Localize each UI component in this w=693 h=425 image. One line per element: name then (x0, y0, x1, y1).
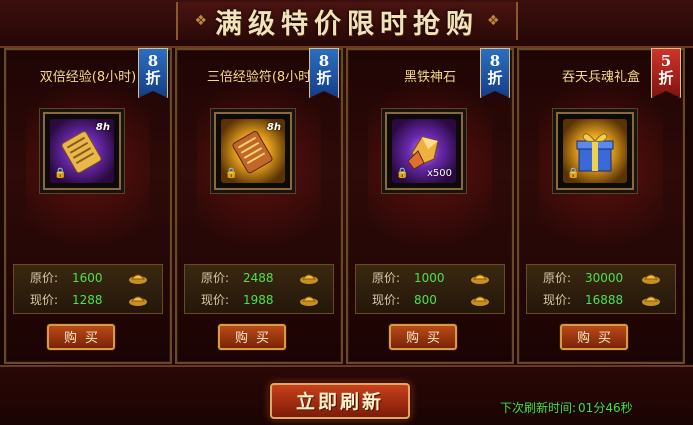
current-price-label: 现价: (201, 293, 230, 307)
discount-number: 5 (660, 52, 672, 70)
lock-icon: 🔒 (567, 168, 580, 179)
price-box: 原价: 1000 现价: 800 (355, 264, 505, 314)
buy-button[interactable]: 购买 (218, 324, 286, 350)
timer-value: 01分46秒 (578, 401, 633, 415)
discount-badge: 5 折 (651, 48, 681, 98)
current-price-row: 现价: 1288 (14, 289, 162, 311)
original-price-row: 原价: 2488 (185, 267, 333, 289)
current-price-label: 现价: (372, 293, 401, 307)
discount-unit: 折 (487, 69, 503, 87)
shop-card: 黑铁神石 8 折 x500 🔒 原价: 1000 现价: 800 购买 (346, 48, 514, 364)
original-price-row: 原价: 30000 (527, 267, 675, 289)
gold-ingot-icon (471, 296, 489, 306)
shop-card: 双倍经验(8小时) 8 折 8h 🔒 原价: 1600 现价: 1288 购买 (4, 48, 172, 364)
original-price-value: 2488 (243, 271, 274, 285)
triple-exp-scroll-icon: 8h 🔒 (221, 119, 285, 183)
refresh-now-button[interactable]: 立即刷新 (270, 383, 410, 419)
gold-ingot-icon (300, 296, 318, 306)
panel-title: 满级特价限时抢购 (215, 8, 479, 40)
duration-overlay: 8h (266, 122, 281, 133)
item-quantity: x500 (426, 168, 452, 179)
item-slot[interactable]: 8h 🔒 (214, 112, 292, 190)
discount-badge: 8 折 (138, 48, 168, 98)
discount-unit: 折 (145, 69, 161, 87)
current-price-value: 16888 (585, 293, 624, 307)
current-price-value: 1288 (72, 293, 103, 307)
title-ornament-right-icon: ❖ (487, 13, 500, 29)
buy-button[interactable]: 购买 (560, 324, 628, 350)
lock-icon: 🔒 (54, 168, 67, 179)
original-price-label: 原价: (30, 271, 59, 285)
buy-button[interactable]: 购买 (47, 324, 115, 350)
original-price-value: 30000 (585, 271, 624, 285)
title-bar: ❖ 满级特价限时抢购 ❖ (0, 0, 693, 48)
discount-badge: 8 折 (480, 48, 510, 98)
original-price-value: 1000 (414, 271, 445, 285)
original-price-label: 原价: (201, 271, 230, 285)
discount-unit: 折 (658, 69, 674, 87)
current-price-value: 800 (414, 293, 437, 307)
title-ornament-left-icon: ❖ (194, 13, 207, 29)
current-price-row: 现价: 800 (356, 289, 504, 311)
gold-ingot-icon (129, 274, 147, 284)
gold-ingot-icon (642, 274, 660, 284)
current-price-label: 现价: (30, 293, 59, 307)
gold-ingot-icon (471, 274, 489, 284)
gift-box-icon: 🔒 (563, 119, 627, 183)
discount-number: 8 (489, 52, 501, 70)
duration-overlay: 8h (95, 122, 110, 133)
price-box: 原价: 30000 现价: 16888 (526, 264, 676, 314)
current-price-label: 现价: (543, 293, 572, 307)
double-exp-scroll-icon: 8h 🔒 (50, 119, 114, 183)
shop-card: 三倍经验符(8小时 8 折 8h 🔒 原价: 2488 现价: 1988 购买 (175, 48, 343, 364)
title-plate: ❖ 满级特价限时抢购 ❖ (176, 2, 518, 40)
buy-button[interactable]: 购买 (389, 324, 457, 350)
lock-icon: 🔒 (396, 168, 409, 179)
price-box: 原价: 1600 现价: 1288 (13, 264, 163, 314)
original-price-row: 原价: 1600 (14, 267, 162, 289)
item-slot[interactable]: 8h 🔒 (43, 112, 121, 190)
original-price-label: 原价: (372, 271, 401, 285)
discount-badge: 8 折 (309, 48, 339, 98)
discount-number: 8 (318, 52, 330, 70)
discount-unit: 折 (316, 69, 332, 87)
original-price-value: 1600 (72, 271, 103, 285)
item-slot[interactable]: 🔒 (556, 112, 634, 190)
lock-icon: 🔒 (225, 168, 238, 179)
gold-ingot-icon (642, 296, 660, 306)
item-slot[interactable]: x500 🔒 (385, 112, 463, 190)
original-price-row: 原价: 1000 (356, 267, 504, 289)
gold-ingot-icon (300, 274, 318, 284)
gold-ingot-icon (129, 296, 147, 306)
current-price-row: 现价: 1988 (185, 289, 333, 311)
refresh-timer: 下次刷新时间: 01分46秒 (500, 399, 633, 416)
current-price-value: 1988 (243, 293, 274, 307)
discount-number: 8 (147, 52, 159, 70)
black-iron-stone-icon: x500 🔒 (392, 119, 456, 183)
price-box: 原价: 2488 现价: 1988 (184, 264, 334, 314)
current-price-row: 现价: 16888 (527, 289, 675, 311)
original-price-label: 原价: (543, 271, 572, 285)
timer-label: 下次刷新时间: (500, 401, 577, 415)
shop-card: 吞天兵魂礼盒 5 折 🔒 原价: 30000 现价: 16888 购买 (517, 48, 685, 364)
